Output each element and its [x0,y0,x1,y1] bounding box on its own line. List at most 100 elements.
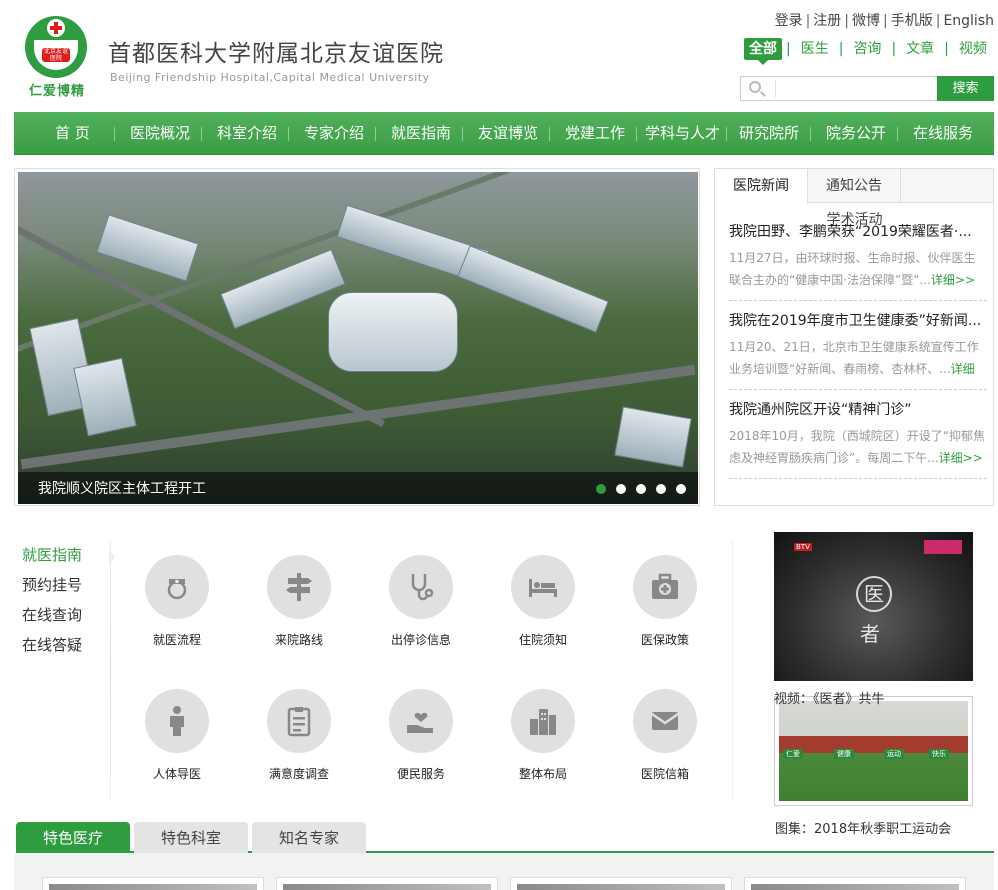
english-link[interactable]: English [943,13,994,29]
building [457,245,609,333]
nav-party[interactable]: 党建工作 [565,112,625,155]
guide-item-query[interactable]: 在线查询 [14,600,110,630]
mail-icon [651,712,679,730]
hospital-logo[interactable]: 北京友谊医院 仁爱博精 [20,14,94,100]
news-more-link[interactable]: 详细>> [939,451,983,465]
building [73,357,137,437]
tab-feature-departments[interactable]: 特色科室 [134,822,248,854]
service-label: 出停诊信息 [390,633,451,647]
slider-dot-5[interactable] [676,484,686,494]
slider-dot-2[interactable] [616,484,626,494]
news-summary: 11月20、21日，北京市卫生健康系统宣传工作业务培训暨“好新闻、春雨榜、杏林杯… [729,336,987,380]
news-more-link[interactable]: 详细>> [931,273,975,287]
service-convenience[interactable]: 便民服务 [371,689,471,782]
service-schedule[interactable]: 出停诊信息 [371,555,471,648]
sports-meet-photo: 仁爱 健康 运动 快乐 [779,701,968,801]
tab-separator: | [891,41,897,57]
news-panel: 医院新闻 通知公告 学术活动 我院田野、李鹏荣获“2019荣耀医者·... 11… [714,168,994,506]
service-circle [633,555,697,619]
slider-dot-1[interactable] [596,484,606,494]
guide-item-qa[interactable]: 在线答疑 [14,630,110,660]
clipboard-icon [287,707,311,737]
service-label: 来院路线 [274,633,323,647]
slider-caption[interactable]: 我院顺义院区主体工程开工 [38,478,206,498]
nav-institutes[interactable]: 研究院所 [739,112,799,155]
video-caption[interactable]: 视频：《医者》共牛 [774,688,885,707]
service-layout[interactable]: 整体布局 [493,689,593,782]
hospital-aerial-photo[interactable] [18,172,698,504]
video-thumbnail[interactable]: BTV 医 者 [774,532,973,681]
guide-sidebar: 就医指南 预约挂号 在线查询 在线答疑 [14,540,110,660]
tab-famous-experts[interactable]: 知名专家 [252,822,366,854]
slider-dot-4[interactable] [656,484,666,494]
service-label: 住院须知 [518,633,567,647]
service-body-guide[interactable]: 人体导医 [127,689,227,782]
search-button[interactable]: 搜索 [937,76,994,101]
mobile-link[interactable]: 手机版 [891,13,933,29]
nav-exhibition[interactable]: 友谊博览 [478,112,538,155]
nav-talent[interactable]: 学科与人才 [645,112,720,155]
nav-separator [201,127,202,141]
feature-content [14,853,994,890]
slider-dot-3[interactable] [636,484,646,494]
login-link[interactable]: 登录 [775,13,803,29]
nav-guide[interactable]: 就医指南 [391,112,451,155]
service-circle [145,689,209,753]
tab-feature-medical[interactable]: 特色医疗 [16,822,130,854]
news-title[interactable]: 我院在2019年度市卫生健康委”好新闻... [729,310,987,330]
service-circle [389,689,453,753]
feature-card-image [517,884,725,890]
nav-departments[interactable]: 科室介绍 [217,112,277,155]
guide-item-appointment[interactable]: 预约挂号 [14,570,110,600]
site-title: 首都医科大学附属北京友谊医院 [108,41,444,67]
search-box [740,76,938,101]
news-title[interactable]: 我院通州院区开设“精神门诊” [729,399,987,419]
guide-item-guide[interactable]: 就医指南 [14,540,110,570]
service-route[interactable]: 来院路线 [249,555,349,648]
search-category-tabs: 全部 | 医生 | 咨询 | 文章 | 视频 [744,38,993,65]
service-circle [511,689,575,753]
video-title-seal: 医 [856,576,892,612]
service-mailbox[interactable]: 医院信箱 [615,689,715,782]
nav-separator [897,127,898,141]
gallery-thumbnail[interactable]: 仁爱 健康 运动 快乐 [774,696,973,806]
feature-card[interactable] [42,877,264,890]
nav-separator [726,127,727,141]
feature-card[interactable] [744,877,966,890]
register-link[interactable]: 注册 [813,13,841,29]
search-tab-article[interactable]: 文章 [900,38,940,60]
nav-separator [288,127,289,141]
nav-separator [114,127,115,141]
feature-card[interactable] [510,877,732,890]
nav-affairs[interactable]: 院务公开 [826,112,886,155]
service-circle [511,555,575,619]
nav-home[interactable]: 首 页 [55,112,90,155]
news-title[interactable]: 我院田野、李鹏荣获“2019荣耀医者·... [729,221,987,241]
top-links: 登录 | 注册 | 微博 | 手机版 | English [774,13,994,29]
nav-overview[interactable]: 医院概况 [130,112,190,155]
feature-card-image [283,884,491,890]
search-tab-consult[interactable]: 咨询 [847,38,887,60]
service-insurance[interactable]: 医保政策 [615,555,715,648]
nav-experts[interactable]: 专家介绍 [304,112,364,155]
search-tab-video[interactable]: 视频 [953,38,993,60]
central-building [328,292,458,372]
hero-slider[interactable]: 我院顺义院区主体工程开工 [14,168,700,506]
photo-banner: 快乐 [929,749,949,759]
tab-notices[interactable]: 通知公告 [808,169,901,203]
weibo-link[interactable]: 微博 [852,13,880,29]
service-process[interactable]: 就医流程 [127,555,227,648]
photo-banner: 健康 [834,749,854,759]
search-tab-all[interactable]: 全部 [744,38,782,65]
service-label: 医保政策 [640,633,689,647]
search-tab-doctor[interactable]: 医生 [795,38,835,60]
search-input[interactable] [777,77,935,100]
service-inpatient[interactable]: 住院须知 [493,555,593,648]
service-label: 整体布局 [518,767,567,781]
nav-online-service[interactable]: 在线服务 [913,112,973,155]
news-desc: 11月20、21日，北京市卫生健康系统宣传工作业务培训暨“好新闻、春雨榜、杏林杯… [729,340,979,376]
slider-dots [586,484,686,494]
tab-hospital-news[interactable]: 医院新闻 [715,169,808,204]
service-survey[interactable]: 满意度调查 [249,689,349,782]
feature-card[interactable] [276,877,498,890]
